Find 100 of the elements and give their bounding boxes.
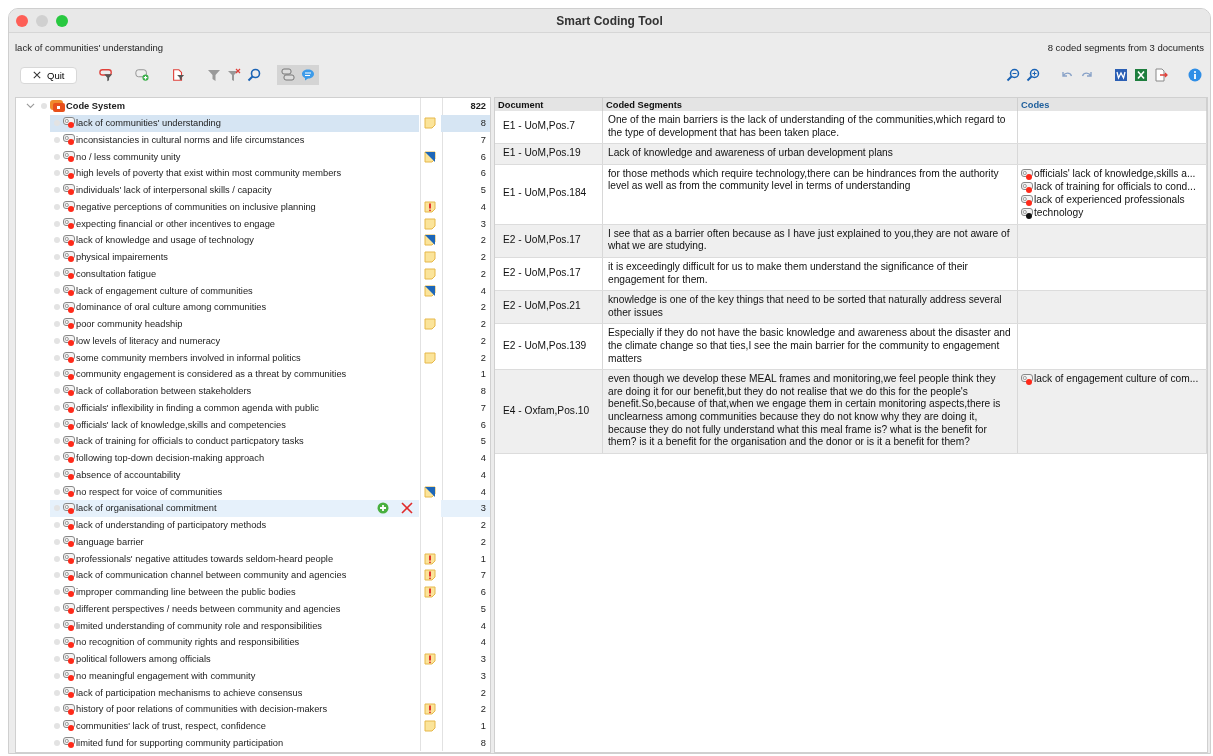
- tree-item[interactable]: expecting financial or other incentives to engage 3: [16, 215, 490, 232]
- code-count: 4: [479, 452, 487, 466]
- tree-item[interactable]: communities' lack of trust, respect, confidence 1: [16, 717, 490, 735]
- filter-icon[interactable]: [99, 68, 114, 82]
- tree-item[interactable]: lack of engagement culture of communities 4: [16, 282, 490, 299]
- clear-filter-icon[interactable]: [227, 68, 242, 82]
- code-tag[interactable]: lack of training for officials to cond...: [1034, 181, 1196, 194]
- add-code-icon[interactable]: [135, 68, 150, 82]
- code-label: no / less community unity: [76, 151, 181, 162]
- code-tag[interactable]: lack of engagement culture of com...: [1034, 373, 1199, 386]
- status-dot: [54, 270, 60, 277]
- tree-item[interactable]: history of poor relations of communities with decision-makers 2: [16, 701, 490, 718]
- memo-icon[interactable]: [424, 234, 436, 247]
- code-icon: [1021, 168, 1033, 181]
- tree-item[interactable]: different perspectives / needs between community and agencies 5: [16, 600, 490, 618]
- tree-item[interactable]: officials' lack of knowledge,skills and competencies 6: [16, 416, 490, 433]
- export-icon[interactable]: [1154, 68, 1168, 82]
- tree-item[interactable]: high levels of poverty that exist within most community members 6: [16, 165, 490, 182]
- chevron-icon[interactable]: [26, 101, 35, 111]
- tree-item[interactable]: limited fund for supporting community participation 8: [16, 734, 490, 752]
- code-icon: [63, 619, 75, 632]
- tree-item[interactable]: no meaningful engagement with community 3: [16, 667, 490, 685]
- alert-memo-icon[interactable]: [424, 569, 436, 582]
- status-dot: [54, 522, 60, 529]
- alert-memo-icon[interactable]: [424, 200, 436, 213]
- tree-item[interactable]: no recognition of community rights and responsibilities 4: [16, 634, 490, 651]
- code-count: 2: [479, 351, 487, 365]
- tree-item[interactable]: lack of training for officials to conduct particpatory tasks 5: [16, 433, 490, 450]
- tree-item[interactable]: limited understanding of community role and responsibilities 4: [16, 617, 490, 634]
- tree-item[interactable]: language barrier 2: [16, 533, 490, 551]
- alert-memo-icon[interactable]: [424, 552, 436, 565]
- tree-item[interactable]: lack of participation mechanisms to achieve consensus 2: [16, 684, 490, 701]
- code-tag[interactable]: officials' lack of knowledge,skills a...: [1034, 168, 1196, 181]
- add-icon[interactable]: [377, 502, 389, 515]
- memo-icon[interactable]: [424, 150, 436, 163]
- tree-item[interactable]: no / less community unity 6: [16, 148, 490, 165]
- status-dot: [54, 254, 60, 261]
- tree-root-label[interactable]: Code System: [66, 101, 125, 112]
- close-button[interactable]: [16, 15, 28, 27]
- tree-item[interactable]: professionals' negative attitudes towards seldom-heard people 1: [16, 550, 490, 567]
- tree-item[interactable]: lack of understanding of participatory methods 2: [16, 516, 490, 534]
- tree-item[interactable]: lack of communication channel between community and agencies 7: [16, 567, 490, 584]
- search-icon[interactable]: [247, 68, 262, 82]
- tree-item[interactable]: lack of collaboration between stakeholders 8: [16, 382, 490, 400]
- delete-icon[interactable]: [401, 502, 413, 515]
- segment-summary: 8 coded segments from 3 documents: [1047, 42, 1204, 55]
- tree-item[interactable]: inconsistancies in cultural norms and life circumstances 7: [16, 131, 490, 149]
- code-view-icon[interactable]: [281, 68, 296, 82]
- tree-item[interactable]: poor community headship 2: [16, 315, 490, 333]
- excel-export-icon[interactable]: [1134, 68, 1148, 82]
- tree-item[interactable]: negative perceptions of communities on inclusive planning 4: [16, 198, 490, 216]
- tree-item[interactable]: absence of accountability 4: [16, 466, 490, 484]
- alert-memo-icon[interactable]: [424, 653, 436, 666]
- tree-item[interactable]: no respect for voice of communities 4: [16, 483, 490, 500]
- tree-item[interactable]: lack of knowledge and usage of technology 2: [16, 232, 490, 249]
- status-dot: [54, 471, 60, 478]
- tree-item[interactable]: individuals' lack of interpersonal skills / capacity 5: [16, 181, 490, 199]
- code-count: 5: [479, 602, 487, 616]
- memo-icon[interactable]: [424, 284, 436, 297]
- segment-cell: I see that as a barrier often because as I have just explained to you,they are not aware of what we are studying.: [602, 224, 1018, 258]
- status-dot: [54, 555, 60, 562]
- code-count: 6: [479, 167, 487, 181]
- tree-item[interactable]: some community members involved in informal politics 2: [16, 349, 490, 366]
- tree-item[interactable]: improper commanding line between the public bodies 6: [16, 583, 490, 601]
- status-dot: [54, 354, 60, 361]
- document-filter-icon[interactable]: [171, 68, 186, 82]
- code-icon: [63, 402, 75, 414]
- tree-item[interactable]: dominance of oral culture among communities 2: [16, 299, 490, 316]
- tree-item[interactable]: political followers among officials 3: [16, 650, 490, 668]
- tree-item[interactable]: following top-down decision-making approach 4: [16, 449, 490, 467]
- code-icon: [1021, 373, 1033, 386]
- tree-item[interactable]: low levels of literacy and numeracy 2: [16, 332, 490, 350]
- status-dot: [54, 572, 60, 579]
- tree-item[interactable]: officials' inflexibility in finding a common agenda with public 7: [16, 399, 490, 417]
- info-icon[interactable]: [1188, 68, 1202, 82]
- code-label: absence of accountability: [76, 469, 181, 480]
- quit-button[interactable]: Quit: [20, 66, 78, 84]
- column-header[interactable]: Codes: [1017, 98, 1207, 111]
- status-dot: [54, 656, 60, 663]
- close-icon: [33, 71, 41, 79]
- status-dot: [54, 723, 60, 730]
- column-header[interactable]: Document: [495, 98, 603, 111]
- zoom-button[interactable]: [56, 15, 68, 27]
- tree-item[interactable]: physical impairements 2: [16, 248, 490, 266]
- memo-icon[interactable]: [424, 485, 436, 498]
- zoom-out-icon[interactable]: [1006, 68, 1020, 82]
- code-label: no meaningful engagement with community: [76, 670, 256, 681]
- zoom-in-icon[interactable]: [1026, 68, 1040, 82]
- code-icon: [63, 502, 75, 515]
- alert-memo-icon[interactable]: [424, 703, 436, 716]
- comment-icon[interactable]: [301, 68, 316, 82]
- code-tag[interactable]: lack of experienced professionals: [1034, 194, 1185, 207]
- alert-memo-icon[interactable]: [424, 586, 436, 599]
- tree-item[interactable]: community engagement is considered as a threat by communities 1: [16, 366, 490, 383]
- tree-item[interactable]: consultation fatigue 2: [16, 265, 490, 283]
- code-count: 2: [479, 267, 487, 281]
- word-export-icon[interactable]: [1114, 68, 1128, 82]
- column-header[interactable]: Coded Segments: [602, 98, 1018, 111]
- code-tag[interactable]: technology: [1034, 207, 1084, 220]
- code-count: 4: [479, 636, 487, 650]
